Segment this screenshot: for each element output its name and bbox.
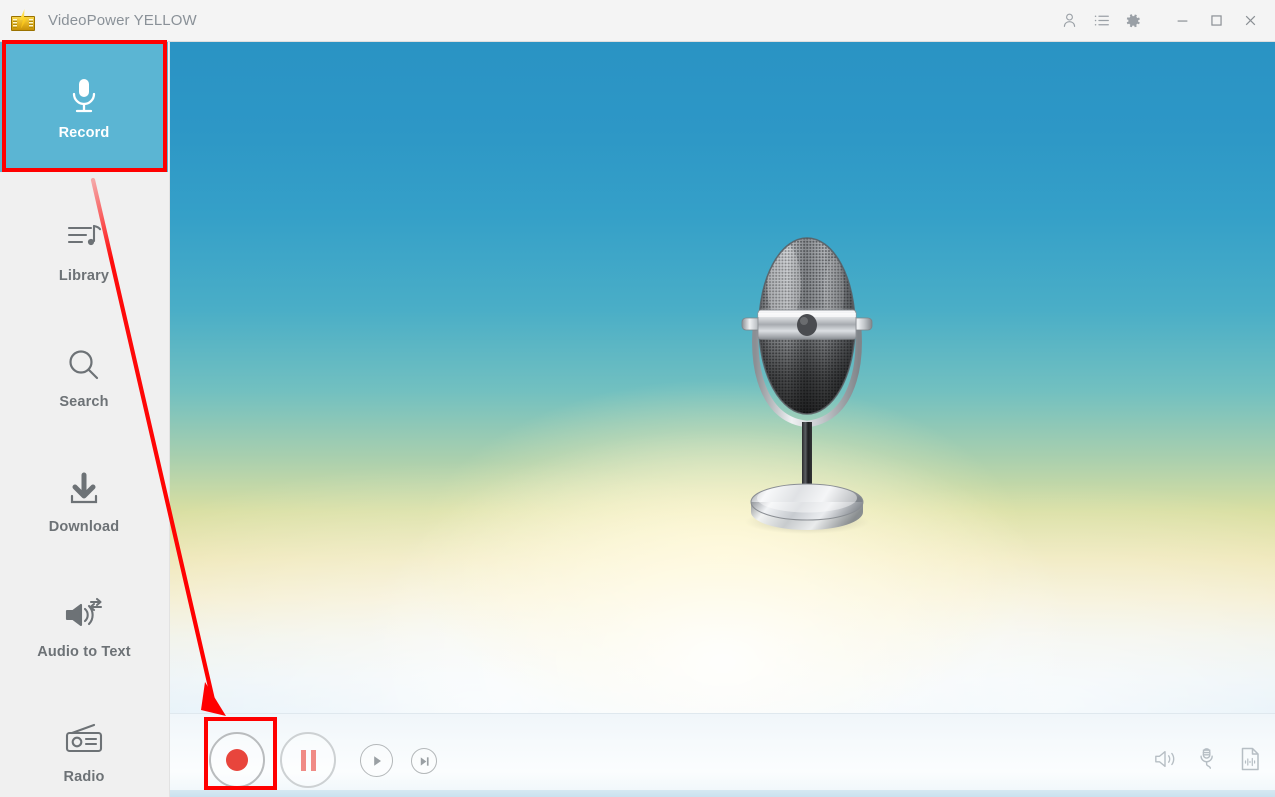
app-logo-icon [10,9,36,33]
sidebar-item-search[interactable]: Search [0,323,168,429]
title-bar: VideoPower YELLOW [0,0,1275,42]
audio-file-icon[interactable] [1239,746,1261,772]
magnifier-icon [65,342,103,388]
titlebar-actions [1053,0,1275,41]
account-icon[interactable] [1053,0,1085,42]
videopower-window: VideoPower YELLOW Record Library Search … [0,0,1275,797]
pause-bars-icon [300,749,316,771]
gear-icon[interactable] [1117,0,1149,42]
sidebar-item-download[interactable]: Download [0,448,168,554]
sidebar-item-record[interactable]: Record [0,42,168,172]
sidebar-item-library[interactable]: Library [0,197,168,303]
skip-next-icon [420,756,429,766]
minimize-button[interactable] [1165,0,1199,42]
maximize-button[interactable] [1199,0,1233,42]
system-sound-icon[interactable] [1153,748,1177,770]
microphone-artwork [722,234,892,534]
playlist-music-icon [65,216,103,262]
next-button[interactable] [411,748,437,774]
record-dot-icon [226,749,248,771]
radio-icon [63,717,105,763]
record-button[interactable] [209,732,265,788]
speaker-convert-icon [63,592,105,638]
play-button[interactable] [360,744,393,777]
sidebar: Record Library Search Download Audio to … [0,42,170,797]
bottom-accent-strip [170,790,1275,797]
playback-control-bar [170,713,1275,797]
microphone-icon [67,73,101,119]
main-content [170,42,1275,797]
list-icon[interactable] [1085,0,1117,42]
sidebar-item-label: Record [58,125,110,141]
microphone-input-icon[interactable] [1197,747,1219,771]
sidebar-item-label: Search [59,394,109,410]
sidebar-item-label: Download [48,519,120,535]
sidebar-item-label: Library [58,268,110,284]
sidebar-item-radio[interactable]: Radio [0,698,168,797]
sidebar-item-audio-to-text[interactable]: Audio to Text [0,573,168,679]
sidebar-item-label: Audio to Text [37,644,131,660]
close-button[interactable] [1233,0,1267,42]
play-triangle-icon [373,755,381,766]
app-title: VideoPower YELLOW [48,12,197,29]
sidebar-item-label: Radio [63,769,105,785]
download-arrow-icon [65,467,103,513]
pause-button[interactable] [280,732,336,788]
audio-source-tools [1153,746,1261,772]
